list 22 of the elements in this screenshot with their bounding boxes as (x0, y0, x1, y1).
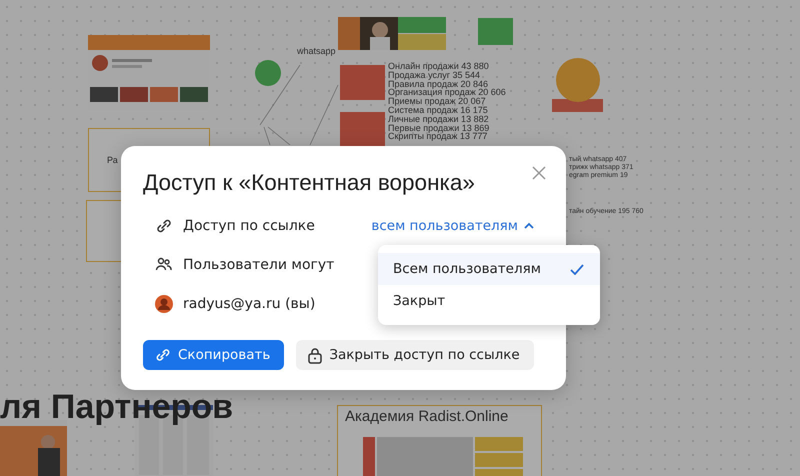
access-dropdown[interactable]: всем пользователям (371, 218, 534, 234)
row-label: Пользователи могут (183, 256, 334, 272)
board-text: Академия Radist.Online (345, 408, 508, 425)
stat-line: Организация продаж 20 606 (388, 88, 506, 98)
menu-item[interactable]: Закрыт (378, 285, 600, 317)
board-text: Ра (107, 155, 118, 165)
copy-button[interactable]: Скопировать (143, 340, 284, 370)
stat-line: Правила продаж 20 846 (388, 80, 490, 88)
menu-item[interactable]: Всем пользователям (378, 253, 600, 285)
stat-line: Скрипты продаж 13 777 (388, 132, 488, 142)
dialog-title: Доступ к «Контентная воронка» (143, 170, 475, 196)
board-text: whatsapp (297, 46, 336, 56)
close-access-button[interactable]: Закрыть доступ по ссылке (296, 340, 534, 370)
stat-line: Продажа услуг 35 544 (388, 70, 482, 80)
row-label: radyus@ya.ru (вы) (183, 296, 316, 312)
stat-line: Приемы продаж 20 067 (388, 97, 487, 106)
stat-line: Система продаж 16 175 (388, 106, 489, 115)
stat-line: Личные продажи 13 882 (388, 114, 490, 124)
board-heading: ля Партнеров (0, 388, 234, 427)
stat-line: Первые продажи 13 869 (388, 124, 490, 132)
row-label: Доступ по ссылке (183, 218, 315, 234)
stat-line: Онлайн продажи 43 880 (388, 62, 490, 71)
